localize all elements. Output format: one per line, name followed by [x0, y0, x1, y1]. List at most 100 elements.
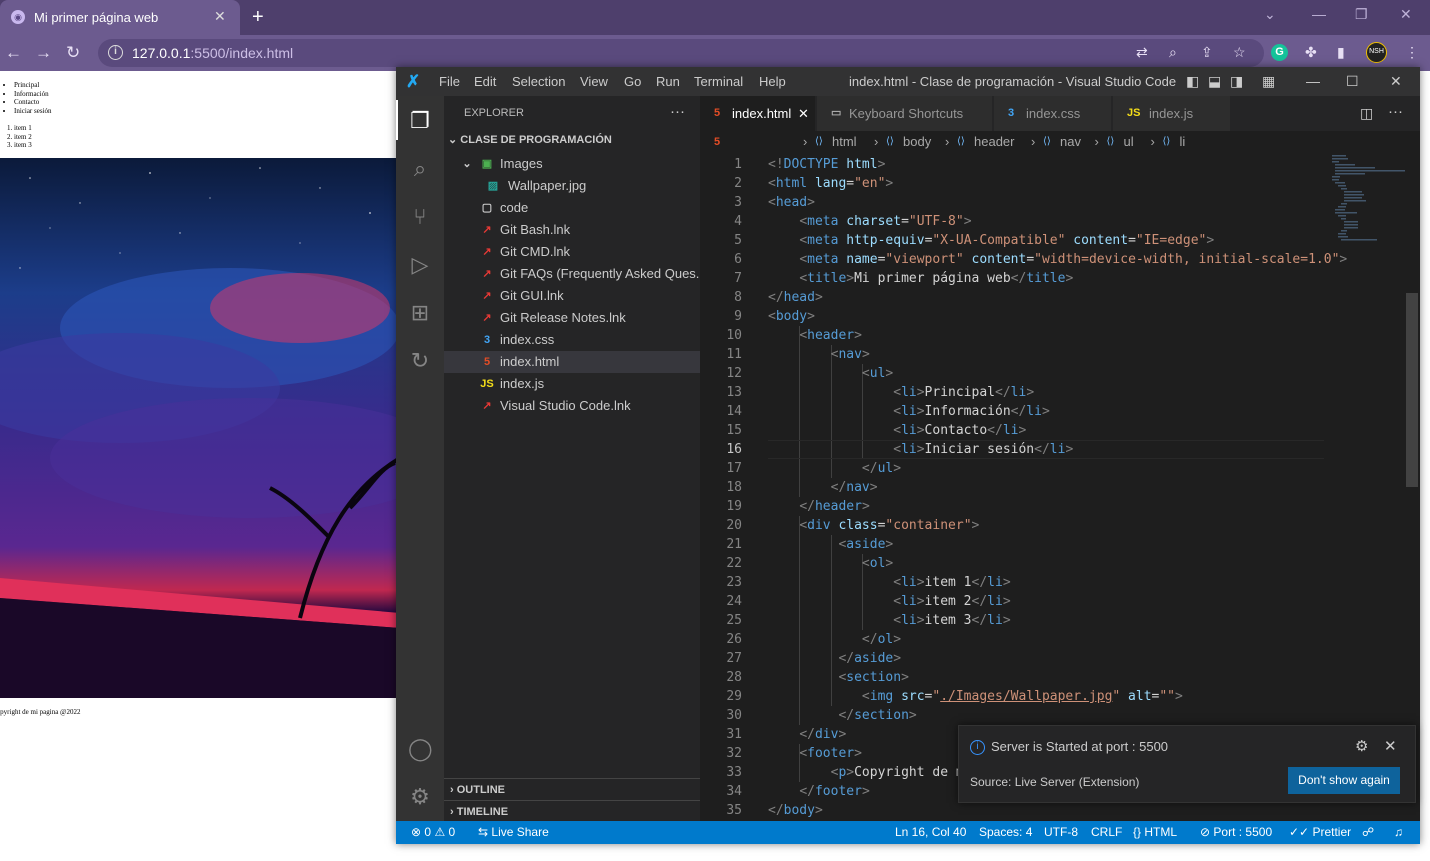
breadcrumb-item[interactable]: nav [1060, 131, 1081, 153]
live-share-icon[interactable]: ↻ [408, 348, 432, 374]
editor-more-actions-icon[interactable]: ··· [1388, 103, 1403, 120]
side-panel-icon[interactable]: ▮ [1337, 44, 1345, 61]
tab-index-js[interactable]: JS index.js [1113, 96, 1231, 131]
menu-terminal[interactable]: Terminal [694, 74, 743, 89]
code-line[interactable]: 21 <aside> [700, 535, 1420, 554]
nav-item[interactable]: Iniciar sesión [14, 107, 52, 116]
notification-settings-icon[interactable]: ⚙ [1355, 737, 1368, 755]
breadcrumb-item[interactable]: ul [1124, 131, 1134, 153]
split-editor-icon[interactable]: ◫ [1360, 105, 1373, 122]
reload-icon[interactable]: ↻ [66, 43, 80, 63]
tab-index-css[interactable]: 3 index.css [994, 96, 1112, 131]
minimize-icon[interactable]: — [1306, 73, 1320, 89]
address-bar[interactable]: i 127.0.0.1:5500/index.html [98, 39, 1264, 67]
back-icon[interactable]: ← [5, 43, 22, 63]
menu-selection[interactable]: Selection [512, 74, 565, 89]
code-line[interactable]: 20 <div class="container"> [700, 516, 1420, 535]
explorer-icon[interactable]: ❐ [408, 108, 432, 134]
notification-close-icon[interactable]: ✕ [1384, 737, 1397, 755]
code-line[interactable]: 8 </head> [700, 288, 1420, 307]
code-line[interactable]: 12 <ul> [700, 364, 1420, 383]
tree-item[interactable]: ↗ Git CMD.lnk [444, 241, 700, 263]
menu-run[interactable]: Run [656, 74, 680, 89]
toggle-secondary-sidebar-icon[interactable]: ◨ [1230, 73, 1243, 90]
live-share-status[interactable]: ⇆ Live Share [478, 821, 549, 844]
feedback-icon[interactable]: ☍ [1362, 821, 1374, 844]
share-icon[interactable]: ⇪ [1201, 44, 1213, 61]
grammarly-extension-icon[interactable]: G [1271, 44, 1288, 61]
code-line[interactable]: 9 <body> [700, 307, 1420, 326]
breadcrumb-item[interactable]: header [974, 131, 1014, 153]
breadcrumb-item[interactable]: html [832, 131, 857, 153]
nav-item[interactable]: Información [14, 90, 52, 99]
close-tab-icon[interactable]: ✕ [798, 96, 809, 131]
bookmark-star-icon[interactable]: ☆ [1233, 44, 1246, 61]
code-line[interactable]: 4 <meta charset="UTF-8"> [700, 212, 1420, 231]
tree-item[interactable]: ↗ Git FAQs (Frequently Asked Ques... [444, 263, 706, 285]
code-line[interactable]: 5 <meta http-equiv="X-UA-Compatible" con… [700, 231, 1420, 250]
editor-scrollbar[interactable] [1406, 293, 1418, 487]
minimap[interactable] [1328, 153, 1420, 821]
browser-menu-icon[interactable]: ⋮ [1405, 44, 1419, 61]
tab-index-html[interactable]: 5 index.html ✕ [700, 96, 816, 131]
code-line[interactable]: 23 <li>item 1</li> [700, 573, 1420, 592]
menu-file[interactable]: File [439, 74, 460, 89]
maximize-icon[interactable]: ☐ [1346, 73, 1359, 90]
browser-tab[interactable]: ◉ Mi primer página web ✕ [0, 0, 240, 35]
code-editor[interactable]: 1 <!DOCTYPE html> 2 <html lang="en"> 3 <head>… [700, 153, 1420, 821]
line-endings[interactable]: CRLF [1091, 821, 1122, 844]
tab-keyboard-shortcuts[interactable]: ▭ Keyboard Shortcuts [817, 96, 993, 131]
indentation[interactable]: Spaces: 4 [979, 821, 1032, 844]
code-line[interactable]: 18 </nav> [700, 478, 1420, 497]
more-actions-icon[interactable]: ··· [670, 103, 685, 120]
code-line[interactable]: 22 <ol> [700, 554, 1420, 573]
run-debug-icon[interactable]: ▷ [408, 252, 432, 278]
tree-item[interactable]: ↗ Git Bash.lnk [444, 219, 700, 241]
code-line[interactable]: 10 <header> [700, 326, 1420, 345]
tree-item[interactable]: ▨ Wallpaper.jpg [444, 175, 700, 197]
nav-item[interactable]: Contacto [14, 98, 52, 107]
cursor-position[interactable]: Ln 16, Col 40 [895, 821, 966, 844]
forward-icon[interactable]: → [35, 43, 52, 63]
tree-item[interactable]: ↗ Visual Studio Code.lnk [444, 395, 700, 417]
minimize-icon[interactable]: — [1312, 6, 1326, 22]
extensions-puzzle-icon[interactable]: ✤ [1305, 44, 1317, 61]
code-line[interactable]: 11 <nav> [700, 345, 1420, 364]
code-line[interactable]: 14 <li>Información</li> [700, 402, 1420, 421]
toggle-panel-icon[interactable]: ⬓ [1208, 73, 1221, 90]
code-line[interactable]: 30 </section> [700, 706, 1420, 725]
code-line[interactable]: 28 <section> [700, 668, 1420, 687]
code-line[interactable]: 13 <li>Principal</li> [700, 383, 1420, 402]
profile-avatar[interactable]: NSH [1366, 42, 1387, 63]
nav-item[interactable]: Principal [14, 81, 52, 90]
code-line[interactable]: 29 <img src="./Images/Wallpaper.jpg" alt… [700, 687, 1420, 706]
translate-icon[interactable]: ⇄ [1136, 44, 1148, 61]
tree-item[interactable]: ⌄ ▣ Images [444, 153, 700, 175]
code-line[interactable]: 27 </aside> [700, 649, 1420, 668]
code-line[interactable]: 16 <li>Iniciar sesión</li> [700, 440, 1420, 459]
encoding[interactable]: UTF-8 [1044, 821, 1078, 844]
language-mode[interactable]: {} HTML [1133, 821, 1177, 844]
menu-help[interactable]: Help [759, 74, 786, 89]
extensions-icon[interactable]: ⊞ [408, 300, 432, 326]
breadcrumb-item[interactable]: li [1180, 131, 1186, 153]
tree-item[interactable]: ↗ Git GUI.lnk [444, 285, 700, 307]
code-line[interactable]: 7 <title>Mi primer página web</title> [700, 269, 1420, 288]
tree-item[interactable]: 3 index.css [444, 329, 700, 351]
tree-item[interactable]: 5 index.html [444, 351, 700, 373]
maximize-icon[interactable]: ❐ [1355, 6, 1368, 23]
zoom-icon[interactable]: ⌕ [1169, 44, 1177, 61]
code-line[interactable]: 6 <meta name="viewport" content="width=d… [700, 250, 1420, 269]
code-line[interactable]: 15 <li>Contacto</li> [700, 421, 1420, 440]
code-line[interactable]: 17 </ul> [700, 459, 1420, 478]
code-line[interactable]: 35 </body> [700, 801, 1420, 820]
code-line[interactable]: 26 </ol> [700, 630, 1420, 649]
accounts-icon[interactable]: ◯ [408, 736, 433, 762]
customize-layout-icon[interactable]: ▦ [1262, 73, 1275, 90]
notifications-bell-icon[interactable]: ♫ [1394, 821, 1403, 844]
live-server-port[interactable]: ⊘ Port : 5500 [1200, 821, 1272, 844]
code-line[interactable]: 3 <head> [700, 193, 1420, 212]
close-window-icon[interactable]: ✕ [1400, 6, 1412, 23]
menu-go[interactable]: Go [624, 74, 641, 89]
menu-view[interactable]: View [580, 74, 608, 89]
